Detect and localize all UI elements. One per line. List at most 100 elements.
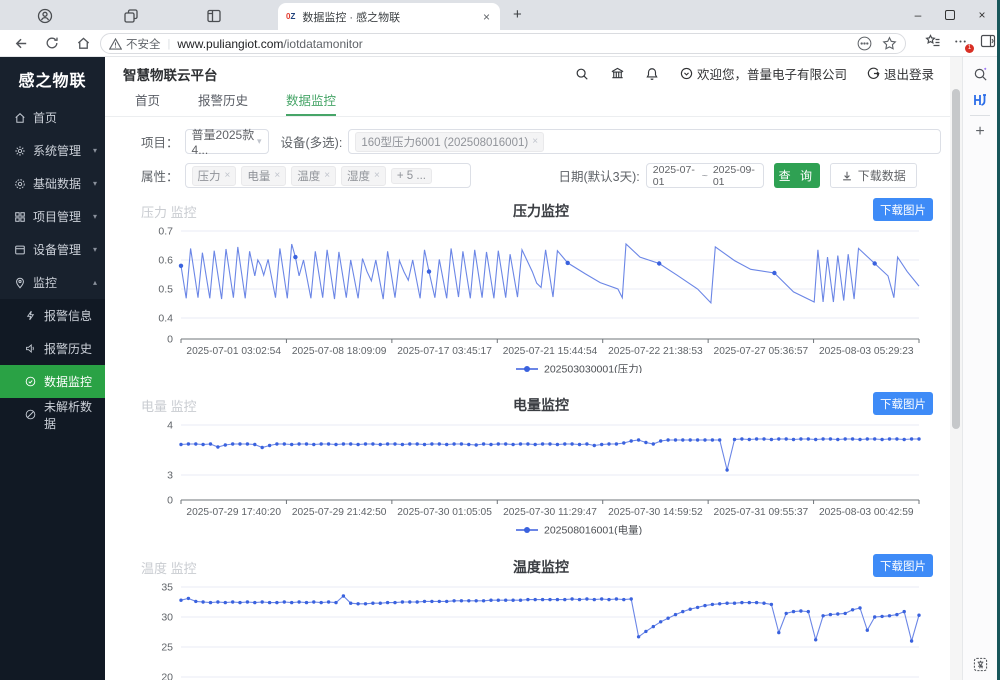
data-point[interactable] — [689, 438, 692, 441]
data-point[interactable] — [312, 600, 315, 603]
data-point[interactable] — [253, 601, 256, 604]
data-point[interactable] — [231, 600, 234, 603]
data-point[interactable] — [268, 601, 271, 604]
data-point[interactable] — [423, 443, 426, 446]
data-point[interactable] — [548, 598, 551, 601]
data-point[interactable] — [563, 598, 566, 601]
sidebar-item-system[interactable]: 系统管理 ▾ — [0, 134, 105, 167]
translate-extension-icon[interactable] — [971, 655, 989, 673]
data-point[interactable] — [570, 597, 573, 600]
data-point[interactable] — [261, 446, 264, 449]
data-point[interactable] — [666, 617, 669, 620]
data-point[interactable] — [844, 612, 847, 615]
security-warning[interactable]: 不安全 — [109, 36, 161, 52]
data-point[interactable] — [880, 438, 883, 441]
data-point[interactable] — [578, 443, 581, 446]
data-point[interactable] — [858, 606, 861, 609]
data-point[interactable] — [888, 614, 891, 617]
data-point[interactable] — [482, 599, 485, 602]
data-point[interactable] — [305, 601, 308, 604]
data-point[interactable] — [194, 442, 197, 445]
window-close-button[interactable]: × — [964, 0, 1000, 30]
data-point[interactable] — [349, 602, 352, 605]
data-point[interactable] — [851, 608, 854, 611]
data-point[interactable] — [703, 438, 706, 441]
download-data-button[interactable]: 下载数据 — [830, 163, 917, 188]
data-point[interactable] — [386, 442, 389, 445]
scrollbar-thumb[interactable] — [952, 89, 960, 429]
data-point[interactable] — [445, 443, 448, 446]
data-point[interactable] — [519, 599, 522, 602]
data-point[interactable] — [445, 600, 448, 603]
sidebar-item-monitor[interactable]: 监控 ▴ — [0, 266, 105, 299]
data-point[interactable] — [504, 442, 507, 445]
data-point[interactable] — [246, 600, 249, 603]
data-point[interactable] — [637, 635, 640, 638]
data-point[interactable] — [910, 437, 913, 440]
data-point[interactable] — [792, 610, 795, 613]
search-icon[interactable] — [575, 66, 590, 81]
data-point[interactable] — [327, 442, 330, 445]
data-point[interactable] — [342, 442, 345, 445]
data-point[interactable] — [275, 601, 278, 604]
data-point[interactable] — [194, 600, 197, 603]
data-point[interactable] — [807, 437, 810, 440]
data-point[interactable] — [674, 438, 677, 441]
sidebar-item-alarm-info[interactable]: 报警信息 — [0, 299, 105, 332]
download-image-button[interactable]: 下载图片 — [873, 392, 933, 415]
attr-tag-temperature[interactable]: 温度× — [291, 166, 336, 186]
data-point[interactable] — [238, 442, 241, 445]
remove-tag-icon[interactable]: × — [532, 136, 538, 147]
data-point[interactable] — [674, 613, 677, 616]
workspaces-icon[interactable] — [122, 7, 139, 24]
data-point[interactable] — [866, 629, 869, 632]
data-point[interactable] — [452, 442, 455, 445]
data-point[interactable] — [829, 613, 832, 616]
data-point[interactable] — [511, 443, 514, 446]
data-point[interactable] — [895, 613, 898, 616]
data-point[interactable] — [718, 602, 721, 605]
data-point[interactable] — [903, 438, 906, 441]
data-point[interactable] — [216, 600, 219, 603]
data-point[interactable] — [297, 600, 300, 603]
data-point[interactable] — [681, 610, 684, 613]
data-point[interactable] — [600, 597, 603, 600]
data-point[interactable] — [416, 442, 419, 445]
data-point[interactable] — [607, 598, 610, 601]
data-point[interactable] — [179, 599, 182, 602]
data-point[interactable] — [475, 599, 478, 602]
data-point[interactable] — [209, 601, 212, 604]
data-point[interactable] — [238, 601, 241, 604]
data-point[interactable] — [821, 437, 824, 440]
data-point[interactable] — [718, 438, 721, 441]
data-point[interactable] — [903, 610, 906, 613]
attribute-multiselect[interactable]: 压力× 电量× 温度× 湿度× + 5 ... — [185, 163, 471, 188]
sidebar-toggle-icon[interactable] — [980, 33, 996, 49]
attr-tag-battery[interactable]: 电量× — [241, 166, 286, 186]
data-point[interactable] — [880, 615, 883, 618]
bell-icon[interactable] — [645, 66, 660, 81]
data-point[interactable] — [393, 601, 396, 604]
data-point[interactable] — [423, 600, 426, 603]
data-point[interactable] — [593, 444, 596, 447]
data-point[interactable] — [305, 442, 308, 445]
data-point[interactable] — [762, 437, 765, 440]
data-point[interactable] — [519, 442, 522, 445]
data-point[interactable] — [253, 443, 256, 446]
data-point[interactable] — [556, 598, 559, 601]
data-point[interactable] — [297, 442, 300, 445]
chart-legend[interactable]: 202503030001(压力) — [516, 363, 642, 374]
remove-tag-icon[interactable]: × — [324, 170, 330, 181]
data-point[interactable] — [799, 609, 802, 612]
data-point[interactable] — [696, 438, 699, 441]
data-point[interactable] — [534, 443, 537, 446]
sidebar-item-unparsed-data[interactable]: 未解析数据 — [0, 398, 105, 431]
data-point[interactable] — [460, 442, 463, 445]
sidebar-item-home[interactable]: 首页 — [0, 101, 105, 134]
data-point[interactable] — [630, 439, 633, 442]
data-point[interactable] — [755, 437, 758, 440]
data-point[interactable] — [873, 437, 876, 440]
download-image-button[interactable]: 下载图片 — [873, 554, 933, 577]
data-point[interactable] — [910, 639, 913, 642]
data-point[interactable] — [187, 597, 190, 600]
